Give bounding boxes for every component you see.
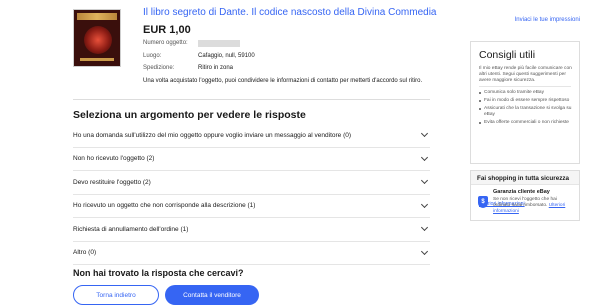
topic-label: Altro (0): [73, 249, 97, 257]
topic-item[interactable]: Richiesta di annullamento dell'ordine (1…: [73, 218, 430, 242]
chevron-down-icon: [420, 247, 429, 255]
chevron-down-icon: [420, 153, 429, 161]
topics-title: Seleziona un argomento per vedere le ris…: [73, 109, 306, 121]
pickup-note: Una volta acquistato l'oggetto, puoi con…: [143, 78, 423, 84]
chevron-down-icon: [420, 200, 429, 208]
tip-label: Evita offerte commerciali o non richiest…: [484, 119, 569, 125]
shipping-value: Ritiro in zona: [198, 65, 234, 71]
tip-label: Fai in modo di essere sempre rispettoso: [484, 97, 570, 103]
bullet-icon: [479, 92, 481, 94]
topic-label: Ho ricevuto un oggetto che non corrispon…: [73, 202, 256, 210]
item-thumbnail[interactable]: [73, 9, 121, 67]
tips-title: Consigli utili: [479, 49, 536, 61]
tip-item: Assicurati che la transazione si svolga …: [479, 106, 575, 118]
item-number-value-redacted: [198, 40, 240, 47]
chevron-down-icon: [420, 224, 429, 232]
topic-label: Devo restituire l'oggetto (2): [73, 178, 151, 186]
topic-label: Non ho ricevuto l'oggetto (2): [73, 155, 155, 163]
bullet-icon: [479, 99, 481, 102]
tips-panel: Consigli utili Il mio eBay rende più fac…: [470, 41, 580, 207]
safety-panel: Fai shopping in tutta sicurezza $ Garanz…: [470, 170, 580, 221]
feedback-link[interactable]: Inviaci le tue impressioni: [515, 17, 580, 23]
tip-item: Comunica solo tramite eBay: [479, 90, 575, 96]
tip-label: Comunica solo tramite eBay: [484, 90, 544, 95]
tip-item: Fai in modo di essere sempre rispettoso: [479, 98, 575, 104]
back-button[interactable]: Torna indietro: [73, 285, 159, 305]
topic-list: Ho una domanda sull'utilizzo del mio ogg…: [73, 124, 430, 265]
chevron-down-icon: [420, 130, 429, 138]
item-title-link[interactable]: Il libro segreto di Dante. Il codice nas…: [143, 7, 436, 18]
shipping-label: Spedizione:: [143, 65, 175, 71]
guarantee-title: Garanzia cliente eBay: [493, 189, 550, 195]
topic-label: Ho una domanda sull'utilizzo del mio ogg…: [73, 131, 352, 139]
book-cover-subtitle-band: [80, 58, 114, 61]
book-cover-art: [84, 26, 112, 54]
tip-label: Assicurati che la transazione si svolga …: [484, 105, 572, 117]
location-value: Cafaggio, null, 59100: [198, 53, 255, 59]
tips-list: Comunica solo tramite eBay Fai in modo d…: [479, 90, 575, 127]
not-found-heading: Non hai trovato la risposta che cercavi?: [73, 268, 244, 278]
bullet-icon: [479, 107, 481, 110]
item-number-label: Numero oggetto:: [143, 40, 188, 46]
bullet-icon: [479, 121, 481, 124]
item-price: EUR 1,00: [143, 24, 191, 36]
contact-seller-button[interactable]: Contatta il venditore: [165, 285, 259, 305]
chevron-down-icon: [420, 177, 429, 185]
guarantee-description: Se non ricevi l'oggetto che hai ordinato…: [493, 197, 557, 208]
safety-header: Fai shopping in tutta sicurezza: [471, 171, 579, 185]
tip-item: Evita offerte commerciali o non richiest…: [479, 120, 575, 126]
topic-item[interactable]: Ho ricevuto un oggetto che non corrispon…: [73, 195, 430, 218]
guarantee-text: Se non ricevi l'oggetto che hai ordinato…: [493, 197, 574, 215]
topic-item[interactable]: Non ho ricevuto l'oggetto (2): [73, 148, 430, 171]
topic-item[interactable]: Devo restituire l'oggetto (2): [73, 171, 430, 195]
location-label: Luogo:: [143, 53, 162, 59]
topic-item[interactable]: Altro (0): [73, 242, 430, 265]
shield-icon: $: [478, 196, 488, 208]
tips-intro: Il mio eBay rende più facile comunicare …: [479, 66, 572, 83]
book-cover-title-band: [77, 13, 117, 20]
divider: [479, 86, 571, 87]
topic-label: Richiesta di annullamento dell'ordine (1…: [73, 225, 189, 233]
divider: [73, 99, 430, 100]
topic-item[interactable]: Ho una domanda sull'utilizzo del mio ogg…: [73, 124, 430, 148]
